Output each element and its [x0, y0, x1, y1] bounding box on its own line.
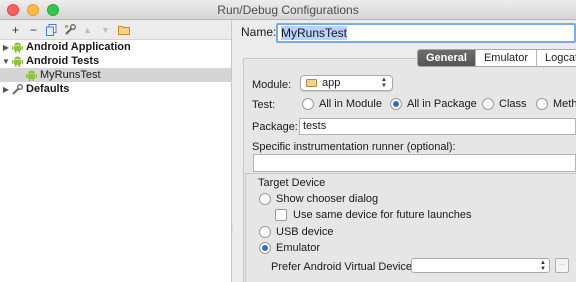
radio-method[interactable]: Metho [536, 98, 576, 110]
radio-button[interactable] [390, 98, 402, 110]
tree-toolbar: + − ▲ ▼ [0, 20, 231, 40]
tree-item-label: Android Tests [26, 55, 100, 67]
radio-class[interactable]: Class [482, 98, 527, 110]
folder-icon[interactable] [117, 23, 130, 36]
checkbox-label: Use same device for future launches [293, 209, 472, 221]
tree-item-android-application[interactable]: ▶ Android Application [0, 40, 231, 54]
radio-button[interactable] [302, 98, 314, 110]
select-arrows-icon: ▲ ▼ [540, 260, 546, 272]
radio-button[interactable] [259, 193, 271, 205]
package-label: Package: [252, 121, 298, 133]
collapse-arrow-icon[interactable]: ▼ [0, 57, 12, 66]
move-down-icon[interactable]: ▼ [99, 23, 112, 36]
test-label: Test: [252, 99, 276, 111]
module-value: app [322, 77, 341, 89]
runner-field[interactable] [253, 154, 576, 172]
splitter-handle[interactable]: ⋮ [228, 226, 236, 236]
radio-all-in-package[interactable]: All in Package [390, 98, 477, 110]
name-field[interactable]: MyRunsTest [276, 23, 576, 43]
window-title: Run/Debug Configurations [217, 3, 359, 17]
name-field-value: MyRunsTest [281, 26, 348, 40]
target-device-title: Target Device [258, 177, 326, 189]
edit-defaults-icon[interactable] [63, 23, 76, 36]
android-icon [12, 56, 23, 67]
radio-label: USB device [276, 226, 334, 238]
radio-show-chooser[interactable]: Show chooser dialog [259, 193, 378, 205]
tree-item-myrunstest[interactable]: MyRunsTest [0, 68, 231, 82]
module-folder-icon [306, 79, 317, 87]
radio-usb-device[interactable]: USB device [259, 226, 333, 238]
tab-logcat[interactable]: Logcat [536, 50, 576, 66]
android-icon [26, 70, 37, 81]
radio-label: All in Package [407, 98, 477, 110]
remove-icon[interactable]: − [27, 23, 40, 37]
expand-arrow-icon[interactable]: ▶ [0, 43, 12, 52]
radio-label: Metho [553, 98, 576, 110]
tree-item-android-tests[interactable]: ▼ Android Tests [0, 54, 231, 68]
expand-arrow-icon[interactable]: ▶ [0, 85, 12, 94]
radio-all-in-module[interactable]: All in Module [302, 98, 382, 110]
runner-label: Specific instrumentation runner (optiona… [252, 141, 456, 153]
avd-select[interactable]: ▲ ▼ [411, 258, 550, 273]
name-label: Name: [241, 25, 277, 39]
checkbox-same-device[interactable]: Use same device for future launches [275, 209, 472, 221]
config-tabs: General Emulator Logcat [417, 49, 576, 67]
package-field[interactable]: tests [299, 118, 576, 135]
move-up-icon[interactable]: ▲ [81, 23, 94, 36]
tree-item-label: Android Application [26, 41, 131, 53]
tab-general[interactable]: General [418, 50, 475, 66]
android-icon [12, 42, 23, 53]
radio-button[interactable] [259, 242, 271, 254]
radio-label: Show chooser dialog [276, 193, 379, 205]
radio-button[interactable] [259, 226, 271, 238]
radio-emulator[interactable]: Emulator [259, 242, 320, 254]
radio-label: Class [499, 98, 527, 110]
module-label: Module: [252, 79, 292, 91]
tab-emulator[interactable]: Emulator [474, 50, 536, 66]
tree-item-label: MyRunsTest [40, 69, 101, 81]
checkbox[interactable] [275, 209, 287, 221]
radio-button[interactable] [482, 98, 494, 110]
avd-label: Prefer Android Virtual Device: [271, 261, 416, 273]
add-icon[interactable]: + [9, 23, 22, 37]
title-bar: Run/Debug Configurations [0, 0, 576, 20]
radio-label: Emulator [276, 242, 321, 254]
tree-item-defaults[interactable]: ▶ Defaults [0, 82, 231, 96]
avd-browse-button[interactable]: ··· [555, 258, 569, 273]
configurations-tree: ▶ Android Application ▼ Android Tests My… [0, 40, 231, 96]
defaults-icon [12, 83, 23, 95]
module-select[interactable]: app ▲ ▼ [300, 75, 393, 91]
select-arrows-icon: ▲ ▼ [381, 77, 387, 89]
copy-icon[interactable] [45, 23, 58, 36]
radio-label: All in Module [319, 98, 382, 110]
configuration-editor: Name: MyRunsTest General Emulator Logcat… [233, 20, 576, 282]
tree-item-label: Defaults [26, 83, 70, 95]
radio-button[interactable] [536, 98, 548, 110]
configurations-tree-pane: + − ▲ ▼ ▶ Android Application ▼ Android … [0, 20, 232, 282]
